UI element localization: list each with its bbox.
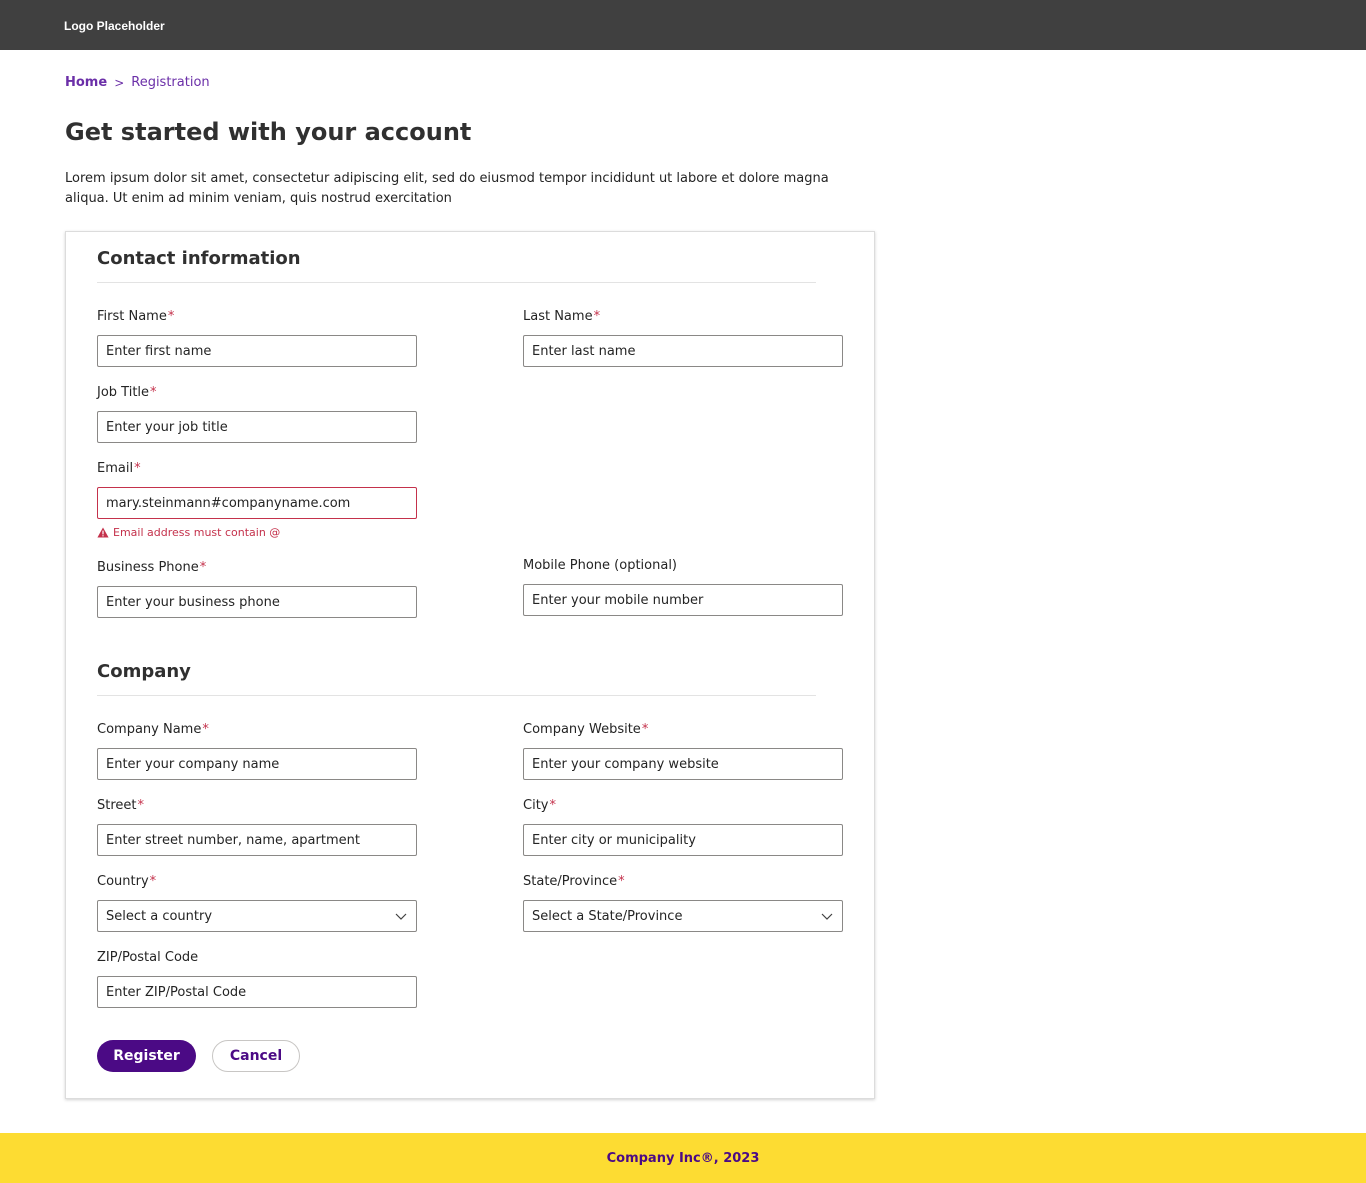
- company-name-input[interactable]: [97, 748, 417, 780]
- first-name-field: First Name*: [97, 308, 417, 367]
- email-error-message: Email address must contain @: [97, 526, 417, 539]
- registration-form-card: Contact information First Name* Last Nam…: [65, 231, 875, 1099]
- state-field: State/Province* Select a State/Province: [523, 873, 843, 932]
- footer: Company Inc®, 2023: [0, 1133, 1366, 1183]
- required-marker: *: [641, 722, 649, 737]
- required-marker: *: [199, 560, 207, 575]
- page-title: Get started with your account: [65, 118, 472, 146]
- business-phone-field: Business Phone*: [97, 559, 417, 618]
- required-marker: *: [167, 309, 175, 324]
- street-input[interactable]: [97, 824, 417, 856]
- zip-field: ZIP/Postal Code: [97, 949, 417, 1008]
- footer-text: Company Inc®, 2023: [606, 1150, 760, 1166]
- street-field: Street*: [97, 797, 417, 856]
- first-name-label: First Name*: [97, 309, 175, 324]
- required-marker: *: [549, 798, 556, 813]
- mobile-phone-input[interactable]: [523, 584, 843, 616]
- city-input[interactable]: [523, 824, 843, 856]
- logo[interactable]: Logo Placeholder: [64, 19, 165, 33]
- company-section-title: Company: [97, 661, 191, 682]
- breadcrumb-current: Registration: [131, 75, 210, 90]
- top-bar: Logo Placeholder: [0, 0, 1366, 50]
- register-button[interactable]: Register: [97, 1040, 196, 1072]
- required-marker: *: [593, 309, 601, 324]
- email-error-text: Email address must contain @: [113, 526, 281, 539]
- last-name-label: Last Name*: [523, 309, 601, 324]
- city-field: City*: [523, 797, 843, 856]
- street-label: Street*: [97, 798, 145, 813]
- email-label: Email*: [97, 461, 141, 476]
- first-name-input[interactable]: [97, 335, 417, 367]
- country-field: Country* Select a country: [97, 873, 417, 932]
- company-website-field: Company Website*: [523, 721, 843, 780]
- breadcrumb-home-link[interactable]: Home: [65, 75, 107, 90]
- job-title-field: Job Title*: [97, 384, 417, 443]
- chevron-down-icon: [395, 913, 407, 920]
- required-marker: *: [149, 874, 157, 889]
- country-select[interactable]: Select a country: [97, 900, 417, 932]
- country-label: Country*: [97, 874, 157, 889]
- contact-section-divider: [97, 282, 816, 283]
- city-label: City*: [523, 798, 556, 813]
- required-marker: *: [150, 385, 157, 400]
- last-name-input[interactable]: [523, 335, 843, 367]
- last-name-field: Last Name*: [523, 308, 843, 367]
- state-select-value: Select a State/Province: [532, 908, 683, 924]
- breadcrumb: Home > Registration: [65, 75, 210, 90]
- state-select[interactable]: Select a State/Province: [523, 900, 843, 932]
- email-input[interactable]: [97, 487, 417, 519]
- company-website-label: Company Website*: [523, 722, 649, 737]
- required-marker: *: [134, 461, 141, 476]
- intro-text: Lorem ipsum dolor sit amet, consectetur …: [65, 171, 829, 206]
- warning-triangle-icon: [97, 527, 109, 538]
- company-website-input[interactable]: [523, 748, 843, 780]
- mobile-phone-field: Mobile Phone (optional): [523, 557, 843, 616]
- zip-input[interactable]: [97, 976, 417, 1008]
- zip-label: ZIP/Postal Code: [97, 950, 199, 965]
- business-phone-input[interactable]: [97, 586, 417, 618]
- breadcrumb-separator: >: [114, 75, 125, 90]
- company-section-divider: [97, 695, 816, 696]
- state-label: State/Province*: [523, 874, 625, 889]
- cancel-button[interactable]: Cancel: [212, 1040, 300, 1072]
- required-marker: *: [618, 874, 625, 889]
- required-marker: *: [137, 798, 145, 813]
- business-phone-label: Business Phone*: [97, 560, 207, 575]
- company-name-label: Company Name*: [97, 722, 209, 737]
- contact-section-title: Contact information: [97, 248, 301, 269]
- country-select-value: Select a country: [106, 908, 213, 924]
- email-field: Email* Email address must contain @: [97, 460, 417, 539]
- required-marker: *: [202, 722, 209, 737]
- job-title-label: Job Title*: [97, 385, 157, 400]
- job-title-input[interactable]: [97, 411, 417, 443]
- company-name-field: Company Name*: [97, 721, 417, 780]
- chevron-down-icon: [821, 913, 833, 920]
- mobile-phone-label: Mobile Phone (optional): [523, 558, 678, 573]
